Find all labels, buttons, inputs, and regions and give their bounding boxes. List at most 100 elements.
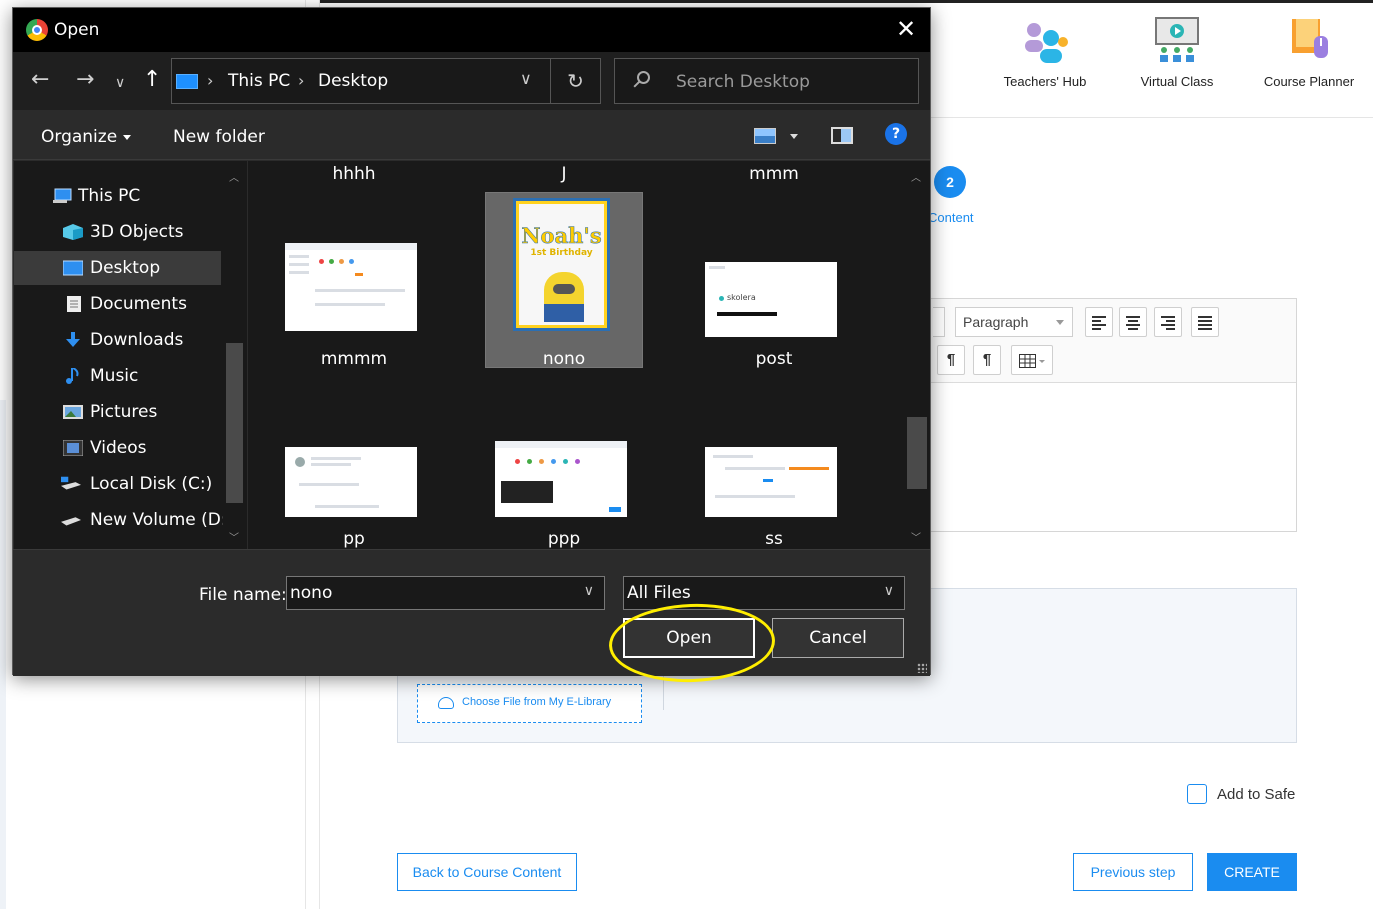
change-view-icon[interactable] — [754, 128, 776, 144]
choose-from-elibrary-label: Choose File from My E-Library — [462, 696, 612, 708]
nav-item-this-pc[interactable]: This PC — [14, 179, 221, 213]
search-box[interactable]: Search Desktop — [614, 58, 919, 104]
table-icon — [1019, 354, 1045, 368]
help-icon[interactable]: ? — [885, 123, 907, 145]
videos-icon — [63, 440, 83, 456]
course-planner-link[interactable]: Course Planner — [1249, 16, 1369, 89]
align-justify-button[interactable] — [1191, 307, 1219, 337]
virtual-class-link[interactable]: Virtual Class — [1117, 16, 1237, 89]
scroll-down-icon[interactable]: ﹀ — [909, 529, 923, 544]
align-left-button[interactable] — [1085, 307, 1113, 337]
file-thumbnail[interactable] — [495, 441, 627, 517]
align-center-button[interactable] — [1119, 307, 1147, 337]
rich-text-editor[interactable]: Paragraph ¶ ¶ — [920, 298, 1297, 532]
this-pc-icon — [176, 74, 198, 89]
organize-menu[interactable]: Organize — [41, 127, 132, 147]
preview-pane-icon[interactable] — [831, 127, 853, 144]
course-planner-icon — [1292, 19, 1328, 58]
file-item-hhhh[interactable]: hhhh — [274, 164, 434, 184]
scrollbar-thumb[interactable] — [226, 343, 243, 503]
attachment-divider — [663, 676, 664, 710]
scroll-up-icon[interactable]: ︿ — [909, 169, 923, 184]
teachers-hub-icon — [1025, 23, 1068, 63]
nav-item-label: Pictures — [90, 402, 158, 422]
teachers-hub-link[interactable]: Teachers' Hub — [985, 16, 1105, 89]
navigation-pane-scrollbar[interactable]: ︿ ﹀ — [223, 161, 247, 549]
nav-item-label: This PC — [78, 186, 141, 206]
paragraph-format-value: Paragraph — [963, 314, 1029, 330]
file-item-ppp[interactable]: ppp — [484, 529, 644, 549]
course-planner-label: Course Planner — [1263, 74, 1355, 89]
nav-item-label: Downloads — [90, 330, 184, 350]
align-right-button[interactable] — [1154, 307, 1182, 337]
file-thumbnail[interactable] — [285, 447, 417, 517]
downloads-icon — [66, 332, 80, 347]
file-item-mmmm[interactable]: mmmm — [274, 349, 434, 369]
up-arrow-icon[interactable]: ↑ — [143, 69, 161, 91]
resize-grip-icon[interactable] — [917, 663, 927, 673]
scroll-up-icon[interactable]: ︿ — [227, 169, 241, 184]
music-icon — [66, 368, 79, 384]
file-item-j[interactable]: J — [484, 164, 644, 184]
cancel-button[interactable]: Cancel — [772, 618, 904, 658]
back-arrow-icon[interactable]: ← — [31, 69, 49, 91]
rtl-direction-button[interactable]: ¶ — [973, 345, 1001, 375]
nav-item-new-volume[interactable]: New Volume (D:) — [14, 503, 233, 537]
file-name-input[interactable]: nono ∨ — [286, 576, 605, 610]
nav-item-3d-objects[interactable]: 3D Objects — [14, 215, 221, 249]
file-thumbnail[interactable] — [705, 447, 837, 517]
breadcrumb-this-pc[interactable]: This PC — [228, 71, 290, 91]
file-open-dialog: Open ✕ ← → ∨ ↑ › This PC › Desktop ∨ ↻ S… — [12, 7, 931, 676]
local-disk-icon — [61, 476, 81, 490]
nav-item-local-disk[interactable]: Local Disk (C:) — [14, 467, 221, 501]
add-to-safe-checkbox[interactable] — [1187, 784, 1207, 804]
insert-table-button[interactable] — [1011, 345, 1053, 375]
view-options-chevron-icon[interactable] — [790, 134, 798, 139]
chevron-down-icon: ∨ — [883, 583, 894, 599]
recent-locations-chevron-icon[interactable]: ∨ — [115, 72, 125, 94]
new-folder-button[interactable]: New folder — [173, 127, 265, 147]
chevron-down-icon[interactable]: ∨ — [584, 583, 594, 599]
scroll-down-icon[interactable]: ﹀ — [227, 529, 241, 544]
nav-item-desktop[interactable]: Desktop — [14, 251, 221, 285]
file-item-post[interactable]: post — [694, 349, 854, 369]
back-to-course-content-button[interactable]: Back to Course Content — [397, 853, 577, 891]
toolbar-partial-control[interactable] — [933, 307, 945, 337]
file-grid-scrollbar[interactable]: ︿ ﹀ — [903, 161, 930, 549]
refresh-icon[interactable]: ↻ — [550, 59, 600, 103]
file-type-select[interactable]: All Files ∨ — [623, 576, 905, 610]
address-dropdown-icon[interactable]: ∨ — [520, 69, 532, 88]
nav-item-videos[interactable]: Videos — [14, 431, 221, 465]
breadcrumb-separator-icon: › — [298, 71, 305, 90]
scrollbar-thumb[interactable] — [907, 417, 927, 489]
paragraph-format-select[interactable]: Paragraph — [955, 307, 1073, 337]
step-indicator: 2 — [934, 166, 966, 198]
previous-step-button[interactable]: Previous step — [1073, 853, 1193, 891]
step-label: Content — [928, 210, 974, 225]
nav-item-label: New Volume (D:) — [90, 510, 234, 530]
nav-item-label: 3D Objects — [90, 222, 184, 242]
navigation-pane: This PC 3D Objects Desktop Documents Dow… — [14, 161, 233, 549]
nav-item-music[interactable]: Music — [14, 359, 221, 393]
cloud-upload-icon — [438, 697, 454, 709]
nav-item-downloads[interactable]: Downloads — [14, 323, 221, 357]
file-item-nono[interactable]: nono — [484, 349, 644, 369]
create-button[interactable]: CREATE — [1207, 853, 1297, 891]
file-item-mmm[interactable]: mmm — [694, 164, 854, 184]
chevron-down-icon — [123, 134, 132, 140]
file-thumbnail[interactable] — [285, 243, 417, 331]
nav-item-pictures[interactable]: Pictures — [14, 395, 221, 429]
file-item-ss[interactable]: ss — [694, 529, 854, 549]
nav-item-documents[interactable]: Documents — [14, 287, 221, 321]
organize-label: Organize — [41, 127, 118, 147]
forward-arrow-icon[interactable]: → — [76, 69, 94, 91]
file-name-value: nono — [290, 583, 333, 603]
poster-subtitle: 1st Birthday — [530, 248, 593, 258]
file-thumbnail[interactable]: skolera — [705, 262, 837, 337]
ltr-direction-button[interactable]: ¶ — [937, 345, 965, 375]
choose-from-elibrary-button[interactable]: Choose File from My E-Library — [417, 684, 642, 723]
breadcrumb-desktop[interactable]: Desktop — [318, 71, 388, 91]
file-item-pp[interactable]: pp — [274, 529, 434, 549]
address-bar[interactable]: › This PC › Desktop ∨ ↻ — [171, 58, 601, 104]
close-icon[interactable]: ✕ — [892, 15, 920, 43]
